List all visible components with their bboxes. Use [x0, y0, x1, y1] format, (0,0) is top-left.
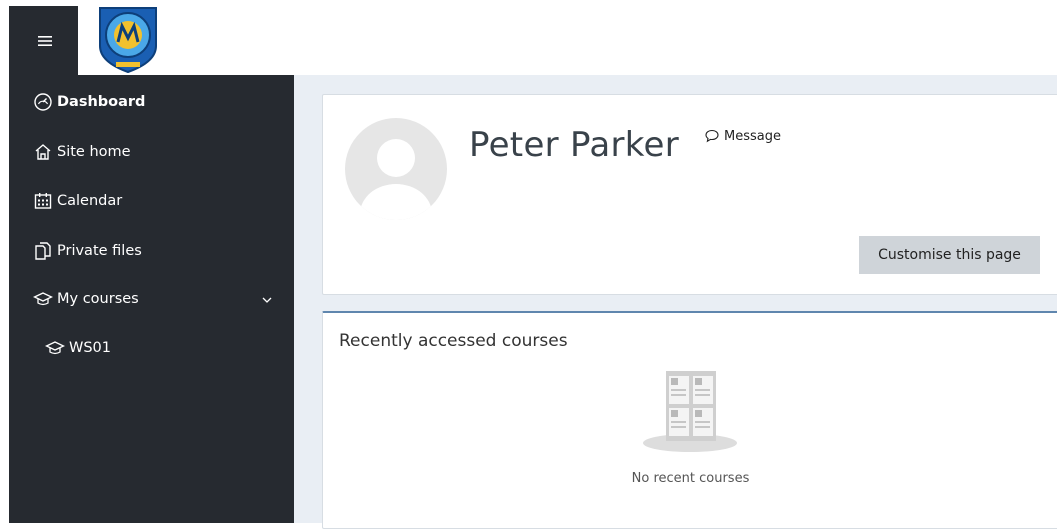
sidebar-item-label: My courses: [57, 291, 139, 307]
block-title: Recently accessed courses: [339, 331, 568, 351]
graduation-cap-icon: [33, 289, 53, 309]
customise-page-button[interactable]: Customise this page: [859, 236, 1040, 274]
page-title: Peter Parker: [469, 125, 680, 165]
sidebar-item-private-files[interactable]: Private files: [33, 235, 142, 267]
sidebar-item-label: Site home: [57, 144, 131, 160]
nav-drawer: Dashboard Site home Calendar Private fil…: [9, 75, 294, 523]
courses-empty-icon: [643, 371, 737, 452]
chevron-down-icon[interactable]: [260, 293, 274, 307]
calendar-icon: [33, 191, 53, 211]
sidebar-item-label: Calendar: [57, 193, 123, 209]
sidebar-item-label: WS01: [69, 340, 111, 356]
home-icon: [33, 142, 53, 162]
graduation-cap-icon: [45, 338, 65, 358]
sidebar-item-site-home[interactable]: Site home: [33, 136, 131, 168]
main-content: Peter Parker Message Customise this page…: [294, 75, 1057, 529]
top-navbar: [0, 0, 1057, 75]
dashboard-icon: [33, 92, 53, 112]
sidebar-item-dashboard[interactable]: Dashboard: [33, 86, 145, 118]
sidebar-item-my-courses[interactable]: My courses: [33, 283, 139, 315]
avatar[interactable]: [345, 118, 447, 220]
sidebar-item-ws01[interactable]: WS01: [45, 332, 111, 364]
profile-header-card: Peter Parker Message Customise this page: [322, 94, 1057, 295]
empty-state-text: No recent courses: [631, 471, 750, 486]
message-link[interactable]: Message: [704, 128, 781, 144]
files-icon: [33, 241, 53, 261]
drawer-toggle[interactable]: [9, 6, 78, 75]
sidebar-item-label: Dashboard: [57, 94, 146, 110]
site-logo[interactable]: [90, 2, 166, 74]
speech-bubble-icon: [705, 129, 719, 143]
message-label: Message: [724, 128, 781, 144]
sidebar-item-calendar[interactable]: Calendar: [33, 185, 122, 217]
recent-courses-block: Recently accessed courses No recent cour…: [322, 311, 1057, 529]
sidebar-item-label: Private files: [57, 243, 142, 259]
hamburger-menu-icon[interactable]: [34, 30, 56, 52]
